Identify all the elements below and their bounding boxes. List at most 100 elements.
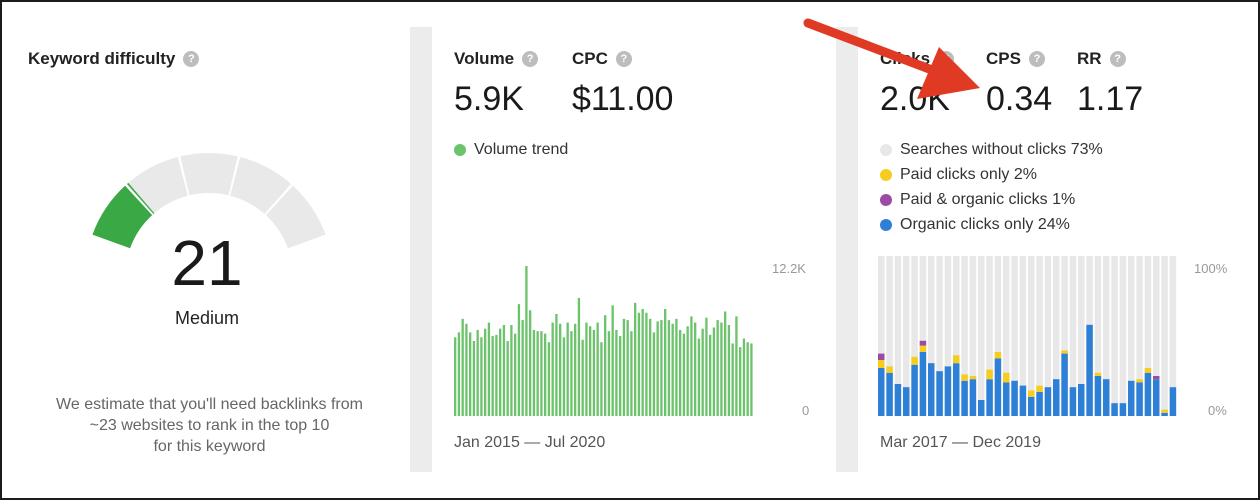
clicks-bar-segment <box>1103 379 1110 416</box>
clicks-bar-segment <box>1003 382 1010 416</box>
volume-label-row: Volume ? <box>454 49 539 69</box>
clicks-bar-segment <box>1036 392 1043 416</box>
clicks-bar-segment <box>1161 409 1168 413</box>
volume-bar <box>615 329 618 416</box>
clicks-bar-background <box>1119 256 1127 416</box>
clicks-bar-segment <box>1028 390 1035 397</box>
volume-bar <box>660 320 663 416</box>
clicks-bar-segment <box>1111 403 1118 416</box>
rr-label: RR <box>1077 49 1102 68</box>
volume-axis-min: 0 <box>802 403 810 418</box>
clicks-bar-segment <box>1069 387 1077 416</box>
clicks-label: Clicks <box>880 49 931 68</box>
volume-bar <box>735 316 738 416</box>
clicks-legend-label: Organic clicks only 24% <box>900 216 1070 233</box>
clicks-bar-segment <box>1094 372 1102 376</box>
kd-title: Keyword difficulty <box>28 49 176 68</box>
volume-bar <box>495 334 498 416</box>
clicks-bar-background <box>978 256 985 416</box>
clicks-bar-segment <box>1136 382 1143 416</box>
clicks-bar-segment <box>878 360 885 368</box>
searches-without-clicks-dot-icon <box>880 144 892 156</box>
kd-score: 21 <box>171 227 243 299</box>
volume-bar <box>476 329 479 416</box>
paid-organic-clicks-dot-icon <box>880 194 892 206</box>
clicks-legend-item: Paid clicks only 2% <box>880 166 1037 184</box>
clicks-bar-segment <box>961 380 968 416</box>
clicks-bar-background <box>1161 256 1168 416</box>
volume-bar <box>607 331 611 416</box>
clicks-bar-segment <box>1119 403 1127 416</box>
volume-bar <box>626 320 629 416</box>
volume-bar <box>472 341 476 416</box>
volume-bar <box>739 347 742 416</box>
clicks-legend-label: Searches without clicks 73% <box>900 141 1103 158</box>
volume-trend-chart <box>454 266 753 416</box>
clicks-bar-segment <box>886 372 893 416</box>
kd-description: We estimate that you'll need backlinks f… <box>22 394 397 457</box>
clicks-bar-segment <box>911 356 918 365</box>
clicks-bar-segment <box>986 369 993 380</box>
volume-bar <box>634 302 637 416</box>
clicks-bar-segment <box>1036 385 1043 392</box>
volume-bar <box>694 322 697 416</box>
panel-divider <box>410 27 432 472</box>
keyword-difficulty-panel: Keyword difficulty ? 21 Medium We estima… <box>2 2 410 498</box>
clicks-axis-min: 0% <box>1208 403 1227 418</box>
volume-bar <box>671 323 674 416</box>
volume-bar <box>536 331 539 416</box>
volume-bar <box>566 322 569 416</box>
volume-bar <box>484 328 487 416</box>
rr-help-icon[interactable]: ? <box>1109 51 1126 67</box>
volume-axis-max: 12.2K <box>772 261 806 276</box>
clicks-bar-segment <box>953 363 960 416</box>
clicks-legend-label: Paid clicks only 2% <box>900 166 1037 183</box>
volume-bar <box>570 331 573 416</box>
volume-date-range: Jan 2015 — Jul 2020 <box>454 434 606 451</box>
volume-bar <box>499 328 502 416</box>
volume-bar <box>679 329 682 416</box>
volume-bar <box>637 312 641 416</box>
volume-bar <box>611 305 614 416</box>
volume-help-icon[interactable]: ? <box>522 51 539 67</box>
cpc-help-icon[interactable]: ? <box>615 51 632 67</box>
volume-bar <box>540 331 543 416</box>
volume-bar <box>562 337 566 416</box>
volume-bar <box>529 310 532 416</box>
clicks-legend-item: Organic clicks only 24% <box>880 216 1070 234</box>
clicks-help-icon[interactable]: ? <box>938 51 955 67</box>
kd-gauge-segment <box>180 153 238 196</box>
clicks-bar-segment <box>944 366 952 416</box>
volume-bar <box>667 320 671 416</box>
cps-value: 0.34 <box>986 80 1053 118</box>
clicks-bar-segment <box>1144 372 1152 416</box>
clicks-bar-segment <box>894 384 902 416</box>
clicks-bar-segment <box>969 379 977 416</box>
clicks-bar-segment <box>986 379 993 416</box>
clicks-bar-segment <box>1153 376 1160 380</box>
volume-bar <box>686 326 689 416</box>
clicks-bar-segment <box>1011 380 1018 416</box>
clicks-bar-segment <box>1061 353 1068 416</box>
volume-bar <box>690 316 693 416</box>
volume-bar <box>574 323 577 416</box>
clicks-bar-segment <box>1094 376 1102 416</box>
volume-bar <box>664 309 667 416</box>
kd-title-row: Keyword difficulty ? <box>28 49 200 69</box>
clicks-bar-segment <box>1161 412 1168 416</box>
volume-bar <box>656 321 659 416</box>
clicks-bar-segment <box>969 376 977 380</box>
clicks-bar-segment <box>961 374 968 381</box>
cps-help-icon[interactable]: ? <box>1028 51 1045 67</box>
volume-bar <box>649 318 652 416</box>
clicks-distribution-chart <box>878 256 1177 416</box>
kd-help-icon[interactable]: ? <box>183 51 200 67</box>
clicks-bar-segment <box>919 352 927 416</box>
volume-bar <box>585 322 588 416</box>
cps-label-row: CPS ? <box>986 49 1045 69</box>
volume-bar <box>461 318 464 416</box>
volume-bar <box>517 304 521 416</box>
volume-bar <box>701 328 704 416</box>
clicks-value: 2.0K <box>880 80 950 118</box>
clicks-bar-segment <box>1003 372 1010 383</box>
